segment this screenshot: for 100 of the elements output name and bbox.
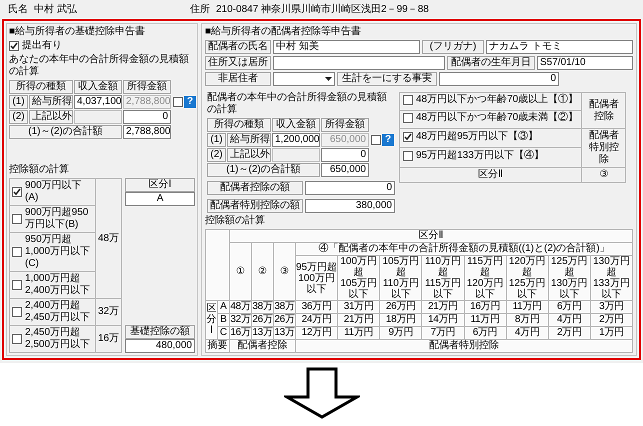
table-cell: 2万円	[590, 314, 632, 326]
row-label: 給与所得	[29, 95, 73, 109]
table-cell: 4万円	[506, 326, 548, 340]
income-field[interactable]: 0	[321, 148, 369, 162]
column-header: 125万円超 130万円以下	[548, 256, 590, 300]
table-cell: 9万円	[380, 326, 422, 340]
revenue-field[interactable]	[272, 148, 320, 162]
total-field[interactable]: 650,000	[321, 163, 369, 177]
row-label: 上記以外	[227, 148, 271, 162]
column-header: 区分Ⅱ	[230, 230, 632, 242]
table-cell: 32万	[230, 314, 252, 326]
birth-date-field[interactable]: S57/01/10	[537, 56, 633, 70]
table-cell: 11万円	[464, 314, 506, 326]
column-header: 95万円超 100万円以下	[296, 256, 338, 300]
category-value: ③	[582, 168, 626, 182]
form-label: 配偶者の氏名	[205, 40, 271, 54]
address-label: 住所	[190, 4, 210, 16]
deduction-amount: 48万	[96, 178, 122, 298]
group-label: 配偶者特別控除	[582, 128, 626, 168]
column-header: 105万円超 110万円以下	[380, 256, 422, 300]
income-field[interactable]: 0	[123, 110, 171, 124]
checkbox[interactable]	[173, 97, 183, 107]
table-cell: 13万	[274, 326, 296, 340]
table-cell: 31万円	[338, 300, 380, 314]
row-header: A	[218, 300, 230, 314]
table-cell: 16万円	[464, 300, 506, 314]
column-header: ②	[252, 242, 274, 300]
deduction-label: 基礎控除の額	[125, 325, 195, 339]
table-cell: 38万	[252, 300, 274, 314]
revenue-field[interactable]: 1,200,000	[272, 133, 320, 147]
revenue-field[interactable]: 4,037,100	[74, 95, 122, 109]
revenue-field[interactable]	[74, 110, 122, 124]
column-header: 130万円超 133万円以下	[590, 256, 632, 300]
table-cell: 6万円	[548, 300, 590, 314]
checkmark-icon	[404, 132, 412, 141]
row-number: (1)	[207, 133, 226, 147]
table-cell: 12万円	[296, 326, 338, 340]
address-field[interactable]	[273, 56, 445, 70]
table-cell: 6万円	[464, 326, 506, 340]
column-header: 所得の種類	[9, 80, 73, 94]
nonresident-dropdown[interactable]	[273, 72, 335, 86]
dropdown-arrow-icon	[325, 77, 332, 81]
table-cell: 24万円	[296, 314, 338, 326]
submitted-checkbox[interactable]: 提出有り	[9, 40, 195, 52]
row-label: 上記以外	[29, 110, 73, 124]
column-header: 115万円超 120万円以下	[464, 256, 506, 300]
row-number: (1)	[9, 95, 28, 109]
footer-cell: 配偶者控除	[230, 340, 296, 352]
section-title: あなたの本年中の合計所得金額の見積額の計算	[9, 54, 190, 78]
table-cell: 38万	[274, 300, 296, 314]
total-label: (1)～(2)の合計額	[9, 125, 122, 139]
table-cell: 16万	[230, 326, 252, 340]
column-header: 所得の種類	[207, 118, 271, 132]
address-text: 210-0847 神奈川県川崎市川崎区浅田2－99－88	[216, 4, 429, 16]
column-header: ③	[274, 242, 296, 300]
column-header: 120万円超 125万円以下	[506, 256, 548, 300]
column-header: 100万円超 105万円以下	[338, 256, 380, 300]
section-title: 控除額の計算	[205, 215, 266, 227]
category-label: 区分Ⅰ	[125, 178, 195, 192]
column-header: ①	[230, 242, 252, 300]
footer-cell: 配偶者特別控除	[296, 340, 632, 352]
panel-title: ■給与所得者の配偶者控除等申告書	[205, 26, 362, 38]
checkbox[interactable]	[371, 135, 381, 145]
table-cell: 14万円	[422, 314, 464, 326]
table-cell: 11万円	[338, 326, 380, 340]
total-field[interactable]: 2,788,800	[123, 125, 171, 139]
table-cell: 18万円	[380, 314, 422, 326]
table-cell: 13万	[252, 326, 274, 340]
row-group-label: 区分Ⅰ	[206, 303, 216, 336]
category-field[interactable]: A	[125, 192, 195, 206]
section-title: 配偶者の本年中の合計所得金額の見積額の計算	[207, 92, 388, 116]
table-cell: 2万円	[548, 326, 590, 340]
table-cell: 21万円	[338, 314, 380, 326]
help-icon[interactable]: ?	[382, 134, 394, 146]
help-icon[interactable]: ?	[184, 96, 196, 108]
deduction-field[interactable]: 480,000	[125, 339, 195, 353]
column-header: 収入金額	[272, 118, 320, 132]
form-label: 住所又は居所	[205, 56, 271, 70]
column-header: ④「配偶者の本年中の合計所得金額の見積額((1)と(2)の合計額)」	[296, 242, 632, 256]
person-name: 中村 武弘	[34, 4, 78, 16]
result-label: 配偶者特別控除の額	[207, 199, 303, 213]
column-header: 所得金額	[321, 118, 369, 132]
column-header: 所得金額	[123, 80, 171, 94]
group-label: 配偶者控除	[582, 92, 626, 128]
livelihood-field[interactable]: 0	[439, 72, 559, 86]
deduction-amount: 32万	[96, 298, 122, 326]
spouse-name-field[interactable]: 中村 知美	[273, 40, 420, 54]
table-cell: 21万円	[422, 300, 464, 314]
column-header: 収入金額	[74, 80, 122, 94]
result-field[interactable]: 0	[305, 181, 395, 195]
category-label: 区分Ⅱ	[400, 168, 582, 182]
kana-field[interactable]: ナカムラ トモミ	[486, 40, 633, 54]
table-cell: 8万円	[506, 314, 548, 326]
table-cell: 7万円	[422, 326, 464, 340]
result-field[interactable]: 380,000	[305, 199, 395, 213]
row-number: (2)	[9, 110, 28, 124]
section-title: 控除額の計算	[9, 164, 70, 176]
name-label: 氏名	[8, 4, 28, 16]
form-label: (フリガナ)	[422, 40, 484, 54]
row-label: 給与所得	[227, 133, 271, 147]
